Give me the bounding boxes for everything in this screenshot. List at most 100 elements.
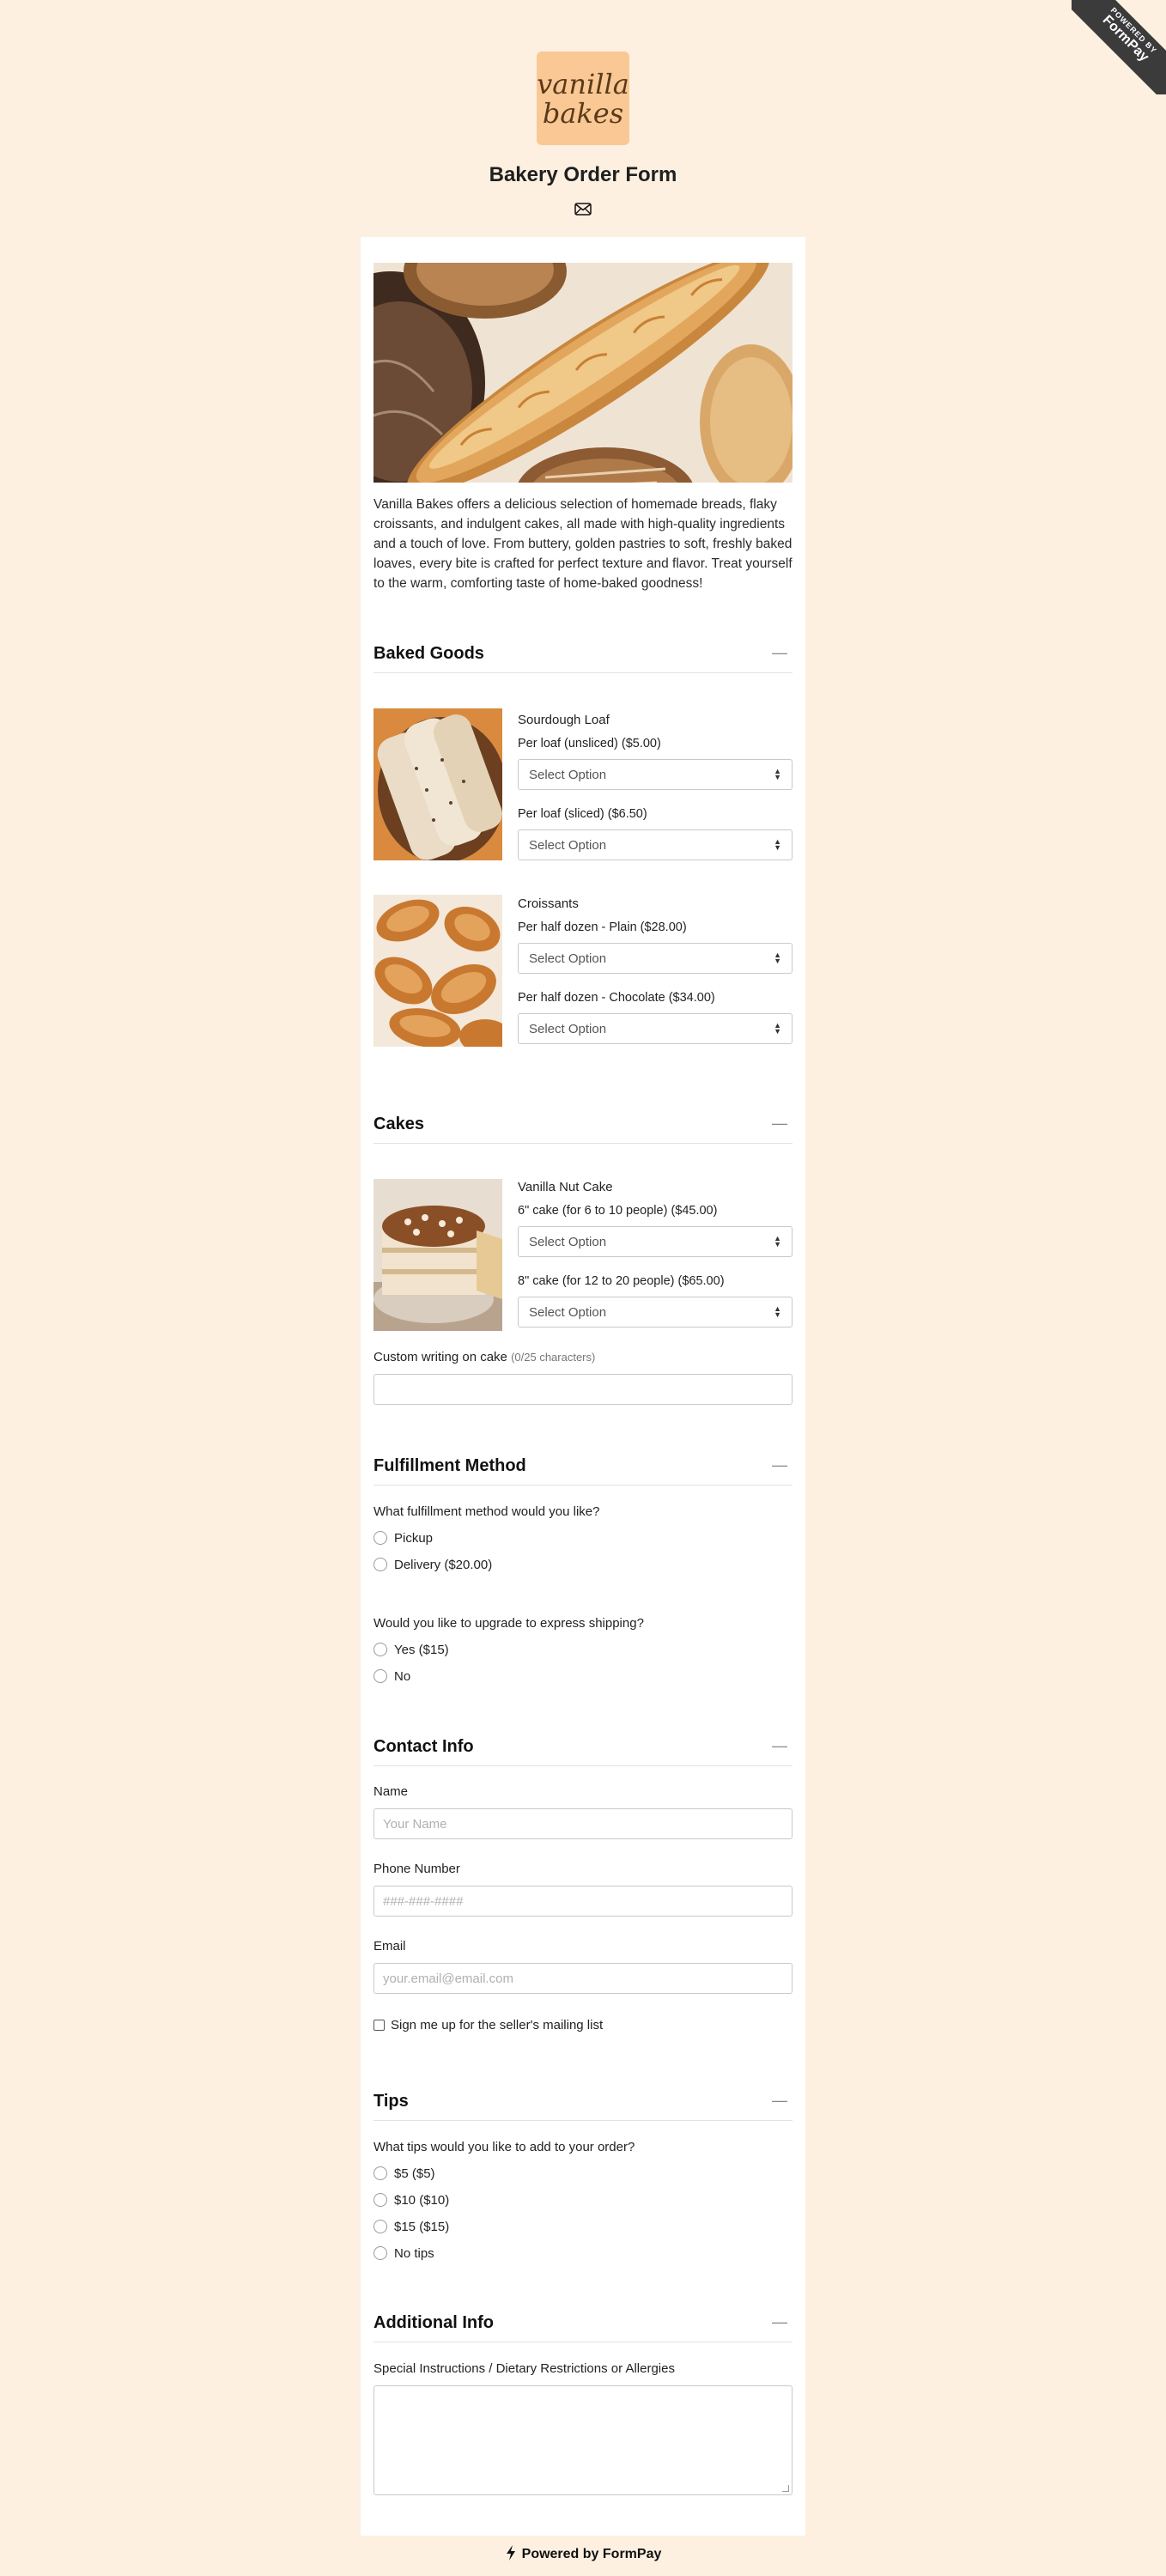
custom-writing-input[interactable] (373, 1374, 793, 1405)
radio-button[interactable] (373, 2220, 387, 2233)
radio-label: $5 ($5) (394, 2166, 435, 2181)
radio-label: Delivery ($20.00) (394, 1557, 493, 1572)
radio-button[interactable] (373, 1643, 387, 1656)
phone-label: Phone Number (373, 1862, 460, 1876)
resize-handle-icon[interactable] (782, 2485, 789, 2492)
mailing-list-checkbox[interactable] (373, 2019, 385, 2031)
option-label: 6" cake (for 6 to 10 people) ($45.00) (518, 1204, 718, 1218)
select-value: Select Option (529, 1235, 607, 1249)
fulfillment-question: What fulfillment method would you like? (373, 1504, 600, 1519)
option-label: Per loaf (sliced) ($6.50) (518, 807, 647, 821)
section-title: Cakes (373, 1115, 424, 1133)
minus-icon[interactable]: — (772, 644, 787, 661)
radio-tip-15[interactable]: $15 ($15) (373, 2218, 449, 2235)
minus-icon[interactable]: — (772, 2313, 787, 2330)
select-value: Select Option (529, 1022, 607, 1036)
powered-by-footer[interactable]: Powered by FormPay (0, 2545, 1166, 2562)
sourdough-sliced-select[interactable]: Select Option ▲ ▼ (518, 829, 793, 860)
chevron-updown-icon: ▲ ▼ (774, 1234, 781, 1249)
sourdough-image (373, 708, 502, 860)
footer-text: Powered by FormPay (521, 2547, 662, 2561)
radio-pickup[interactable]: Pickup (373, 1529, 433, 1546)
chevron-updown-icon: ▲ ▼ (774, 951, 781, 965)
email-label: Email (373, 1939, 406, 1953)
minus-icon[interactable]: — (772, 1737, 787, 1754)
select-value: Select Option (529, 768, 607, 782)
mail-icon[interactable] (574, 203, 592, 216)
croissants-plain-select[interactable]: Select Option ▲ ▼ (518, 943, 793, 974)
section-title: Contact Info (373, 1737, 474, 1756)
custom-writing-label-text: Custom writing on cake (373, 1350, 507, 1364)
radio-label: $10 ($10) (394, 2192, 450, 2208)
tips-question: What tips would you like to add to your … (373, 2140, 635, 2154)
chevron-updown-icon: ▲ ▼ (774, 1304, 781, 1319)
radio-express-no[interactable]: No (373, 1668, 410, 1685)
express-shipping-question: Would you like to upgrade to express shi… (373, 1616, 644, 1631)
section-title: Tips (373, 2092, 409, 2111)
radio-tip-5[interactable]: $5 ($5) (373, 2165, 435, 2182)
bolt-icon (506, 2545, 515, 2561)
minus-icon[interactable]: — (772, 1456, 787, 1473)
radio-button[interactable] (373, 1669, 387, 1683)
hero-bread-image (373, 263, 793, 483)
section-fulfillment[interactable]: Fulfillment Method — (373, 1456, 793, 1485)
form-description: Vanilla Bakes offers a delicious selecti… (373, 497, 793, 591)
chevron-updown-icon: ▲ ▼ (774, 767, 781, 781)
croissants-image (373, 895, 502, 1047)
section-title: Additional Info (373, 2313, 494, 2332)
brand-logo: vanilla bakes (537, 52, 629, 145)
radio-tip-10[interactable]: $10 ($10) (373, 2191, 449, 2208)
phone-input[interactable]: ###-###-#### (373, 1886, 793, 1917)
cake-6-inch-select[interactable]: Select Option ▲ ▼ (518, 1226, 793, 1257)
croissants-chocolate-select[interactable]: Select Option ▲ ▼ (518, 1013, 793, 1044)
radio-express-yes[interactable]: Yes ($15) (373, 1641, 449, 1658)
option-label: Per loaf (unsliced) ($5.00) (518, 737, 661, 750)
mailing-list-option[interactable]: Sign me up for the seller's mailing list (373, 2016, 603, 2033)
section-tips[interactable]: Tips — (373, 2092, 793, 2121)
radio-button[interactable] (373, 2193, 387, 2207)
option-label: 8" cake (for 12 to 20 people) ($65.00) (518, 1274, 725, 1288)
radio-no-tips[interactable]: No tips (373, 2245, 434, 2262)
mailing-list-label: Sign me up for the seller's mailing list (391, 2017, 604, 2032)
section-additional-info[interactable]: Additional Info — (373, 2313, 793, 2342)
radio-button[interactable] (373, 1558, 387, 1571)
section-baked-goods[interactable]: Baked Goods — (373, 644, 793, 673)
email-input[interactable]: your.email@email.com (373, 1963, 793, 1994)
select-value: Select Option (529, 951, 607, 966)
section-contact-info[interactable]: Contact Info — (373, 1737, 793, 1766)
section-title: Baked Goods (373, 644, 484, 663)
email-placeholder: your.email@email.com (383, 1971, 513, 1986)
logo-line-2: bakes (542, 96, 624, 130)
minus-icon[interactable]: — (772, 2092, 787, 2109)
product-name: Sourdough Loaf (518, 713, 610, 727)
section-title: Fulfillment Method (373, 1456, 526, 1475)
radio-label: $15 ($15) (394, 2219, 450, 2234)
character-count-hint: (0/25 characters) (511, 1351, 596, 1364)
radio-button[interactable] (373, 1531, 387, 1545)
option-label: Per half dozen - Plain ($28.00) (518, 920, 687, 934)
select-value: Select Option (529, 1305, 607, 1320)
special-instructions-label: Special Instructions / Dietary Restricti… (373, 2361, 675, 2376)
powered-by-ribbon[interactable]: POWERED BY FormPay (1072, 0, 1166, 94)
radio-label: No tips (394, 2245, 434, 2261)
name-placeholder: Your Name (383, 1817, 447, 1832)
cake-8-inch-select[interactable]: Select Option ▲ ▼ (518, 1297, 793, 1327)
name-input[interactable]: Your Name (373, 1808, 793, 1839)
select-value: Select Option (529, 838, 607, 853)
minus-icon[interactable]: — (772, 1115, 787, 1132)
chevron-updown-icon: ▲ ▼ (774, 1021, 781, 1036)
special-instructions-textarea[interactable] (373, 2385, 793, 2495)
radio-label: Yes ($15) (394, 1642, 449, 1657)
form-title: Bakery Order Form (489, 163, 677, 186)
radio-button[interactable] (373, 2166, 387, 2180)
logo-line-1: vanilla (537, 67, 629, 100)
radio-label: Pickup (394, 1530, 434, 1546)
sourdough-unsliced-select[interactable]: Select Option ▲ ▼ (518, 759, 793, 790)
chevron-updown-icon: ▲ ▼ (774, 837, 781, 852)
section-cakes[interactable]: Cakes — (373, 1115, 793, 1144)
radio-button[interactable] (373, 2246, 387, 2260)
custom-writing-label: Custom writing on cake (0/25 characters) (373, 1350, 595, 1364)
vanilla-nut-cake-image (373, 1179, 502, 1331)
radio-delivery[interactable]: Delivery ($20.00) (373, 1556, 492, 1573)
form-card: Vanilla Bakes offers a delicious selecti… (361, 237, 805, 2536)
